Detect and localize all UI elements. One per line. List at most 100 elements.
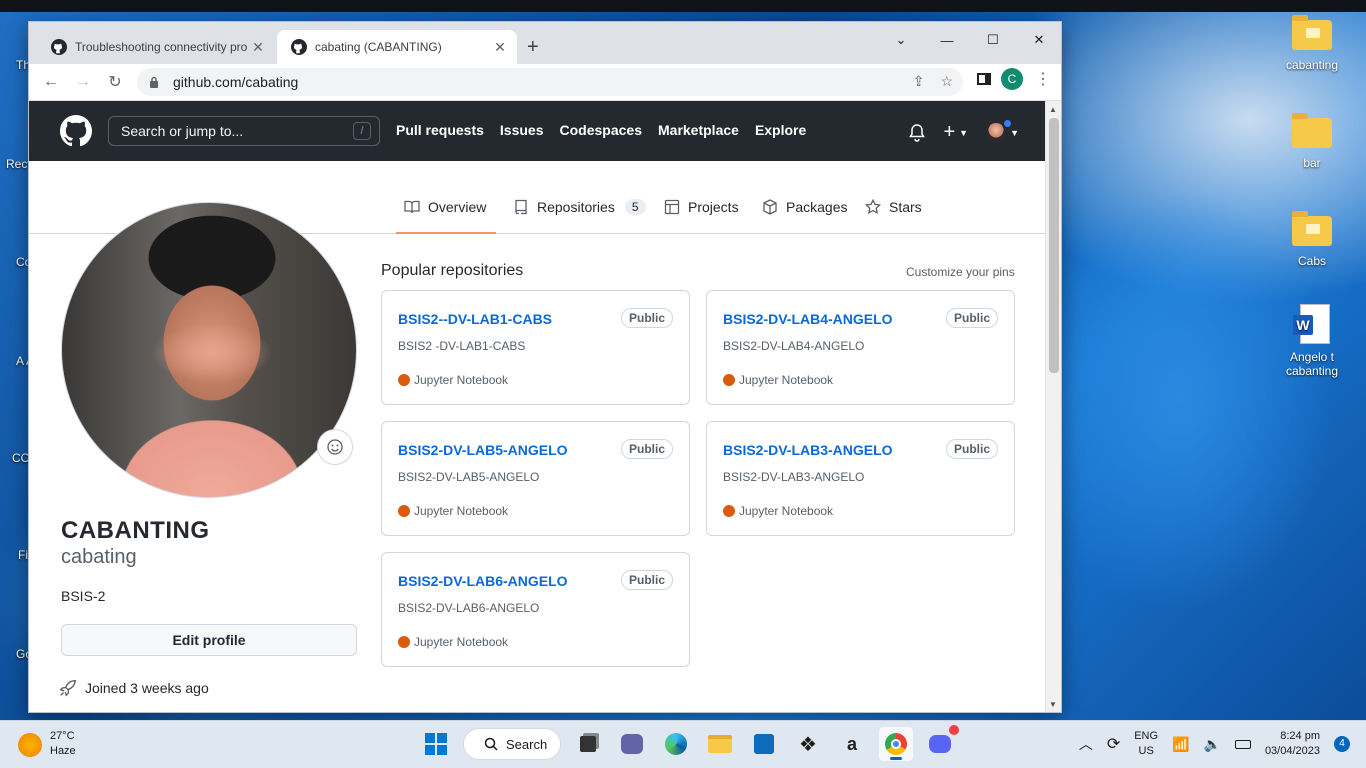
reload-icon[interactable]: ↻ <box>99 66 131 98</box>
tab-overview[interactable]: Overview <box>396 199 496 234</box>
desktop-icon-label: cabanting <box>1285 58 1339 72</box>
back-icon[interactable]: ← <box>35 66 67 98</box>
tab-label: Projects <box>688 199 739 215</box>
folder-icon <box>1290 110 1334 150</box>
language-color-dot <box>398 374 410 386</box>
repo-language: Jupyter Notebook <box>723 373 833 387</box>
customize-pins-link[interactable]: Customize your pins <box>906 265 1015 279</box>
chrome-profile-avatar[interactable]: C <box>1001 68 1023 90</box>
github-logo-icon[interactable] <box>60 115 92 147</box>
desktop-icon-label: Angelo t cabanting <box>1285 350 1339 378</box>
microsoft-store-icon[interactable] <box>747 727 781 761</box>
repo-language: Jupyter Notebook <box>398 635 508 649</box>
discord-icon[interactable] <box>923 725 959 761</box>
weather-widget[interactable]: 27°C Haze <box>18 729 76 759</box>
repo-name-link[interactable]: BSIS2-DV-LAB6-ANGELO <box>398 573 568 589</box>
desktop-fragment[interactable]: Fi <box>18 548 28 562</box>
scroll-down-icon[interactable]: ▼ <box>1049 700 1057 709</box>
battery-icon[interactable] <box>1234 739 1251 749</box>
repo-name-link[interactable]: BSIS2-DV-LAB5-ANGELO <box>398 442 568 458</box>
file-explorer-icon[interactable] <box>703 727 737 761</box>
visibility-badge: Public <box>620 439 673 459</box>
github-icon <box>51 39 67 55</box>
page-scrollbar[interactable]: ▲ ▼ <box>1045 101 1061 712</box>
desktop-icon-cabs[interactable]: Cabs <box>1272 208 1352 268</box>
nav-explore[interactable]: Explore <box>755 122 806 138</box>
close-tab-icon[interactable]: ✕ <box>489 39 511 56</box>
maximize-icon[interactable]: ☐ <box>970 26 1016 54</box>
desktop-icon-bar[interactable]: bar <box>1272 110 1352 170</box>
tab-label: Repositories <box>537 199 615 215</box>
tab-label: Packages <box>786 199 848 215</box>
browser-tab[interactable]: Troubleshooting connectivity pro ✕ <box>37 30 275 64</box>
tab-repositories[interactable]: Repositories 5 <box>513 199 646 234</box>
create-new-dropdown[interactable]: + ▼ <box>943 121 968 144</box>
close-window-icon[interactable]: ✕ <box>1016 26 1061 54</box>
profile-full-name: CABANTING <box>61 517 210 544</box>
tab-stars[interactable]: Stars <box>865 199 922 234</box>
nav-codespaces[interactable]: Codespaces <box>560 122 642 138</box>
teams-chat-icon[interactable] <box>615 727 649 761</box>
chevron-up-icon[interactable]: ︿ <box>1079 734 1093 754</box>
start-button[interactable] <box>419 727 453 761</box>
bookmark-star-icon[interactable]: ☆ <box>940 73 953 90</box>
smiley-icon <box>327 439 343 455</box>
github-search-input[interactable]: Search or jump to... / <box>108 116 380 146</box>
language-color-dot <box>723 505 735 517</box>
notification-count-badge[interactable]: 4 <box>1334 736 1350 752</box>
volume-icon[interactable]: 🔈 <box>1204 736 1221 753</box>
amazon-icon[interactable]: a <box>835 727 869 761</box>
tab-search-icon[interactable]: ⌄ <box>878 26 924 54</box>
repo-description: BSIS2-DV-LAB3-ANGELO <box>723 470 865 484</box>
clock[interactable]: 8:24 pm 03/04/2023 <box>1265 729 1320 759</box>
edit-profile-button[interactable]: Edit profile <box>61 624 357 656</box>
tab-projects[interactable]: Projects <box>664 199 739 234</box>
scroll-up-icon[interactable]: ▲ <box>1049 105 1057 114</box>
package-icon <box>763 199 777 215</box>
weather-condition: Haze <box>50 745 76 757</box>
repo-name-link[interactable]: BSIS2-DV-LAB3-ANGELO <box>723 442 893 458</box>
sync-icon[interactable]: ⟳ <box>1107 734 1120 754</box>
side-panel-icon[interactable] <box>977 73 991 85</box>
notifications-bell-icon[interactable] <box>909 123 926 142</box>
tab-title: cabating (CABANTING) <box>315 40 442 54</box>
nav-marketplace[interactable]: Marketplace <box>658 122 739 138</box>
nav-issues[interactable]: Issues <box>500 122 544 138</box>
rocket-icon <box>59 680 77 697</box>
dropbox-icon[interactable]: ❖ <box>791 727 825 761</box>
desktop-icon-cabanting[interactable]: cabanting <box>1272 12 1352 72</box>
desktop-icon-word-doc[interactable]: W Angelo t cabanting <box>1272 304 1352 378</box>
taskbar-search[interactable]: Search <box>463 728 561 760</box>
status-dot <box>1003 118 1013 128</box>
task-view-icon[interactable] <box>571 727 605 761</box>
nav-pull-requests[interactable]: Pull requests <box>396 122 484 138</box>
share-icon[interactable]: ⇪ <box>913 73 925 90</box>
language-indicator[interactable]: ENG US <box>1134 729 1158 759</box>
search-icon <box>484 737 498 751</box>
search-shortcut-key: / <box>353 122 371 140</box>
repo-name-link[interactable]: BSIS2-DV-LAB4-ANGELO <box>723 311 893 327</box>
browser-tab-active[interactable]: cabating (CABANTING) ✕ <box>277 30 517 64</box>
user-menu[interactable]: ▼ <box>986 118 1019 143</box>
book-icon <box>404 200 420 214</box>
minimize-icon[interactable]: — <box>924 26 970 54</box>
desktop-icon-label: Cabs <box>1297 254 1326 268</box>
language-label: Jupyter Notebook <box>414 373 509 387</box>
address-bar[interactable]: github.com/cabating ⇪ ☆ <box>137 68 963 96</box>
repo-name-link[interactable]: BSIS2--DV-LAB1-CABS <box>398 311 552 327</box>
time-text: 8:24 pm <box>1280 730 1320 742</box>
wifi-icon[interactable]: 📶 <box>1172 736 1189 753</box>
edge-icon[interactable] <box>659 727 693 761</box>
scrollbar-thumb[interactable] <box>1049 118 1059 373</box>
forward-icon[interactable]: → <box>67 66 99 98</box>
set-status-button[interactable] <box>317 429 353 465</box>
repo-language: Jupyter Notebook <box>398 373 508 387</box>
new-tab-icon[interactable]: + <box>527 36 539 59</box>
profile-avatar[interactable] <box>61 202 357 498</box>
menu-dots-icon[interactable]: ⋮ <box>1033 69 1053 89</box>
chrome-icon[interactable] <box>879 727 913 761</box>
close-tab-icon[interactable]: ✕ <box>247 39 269 56</box>
language-color-dot <box>398 505 410 517</box>
date-text: 03/04/2023 <box>1264 745 1320 757</box>
tab-packages[interactable]: Packages <box>762 199 847 234</box>
